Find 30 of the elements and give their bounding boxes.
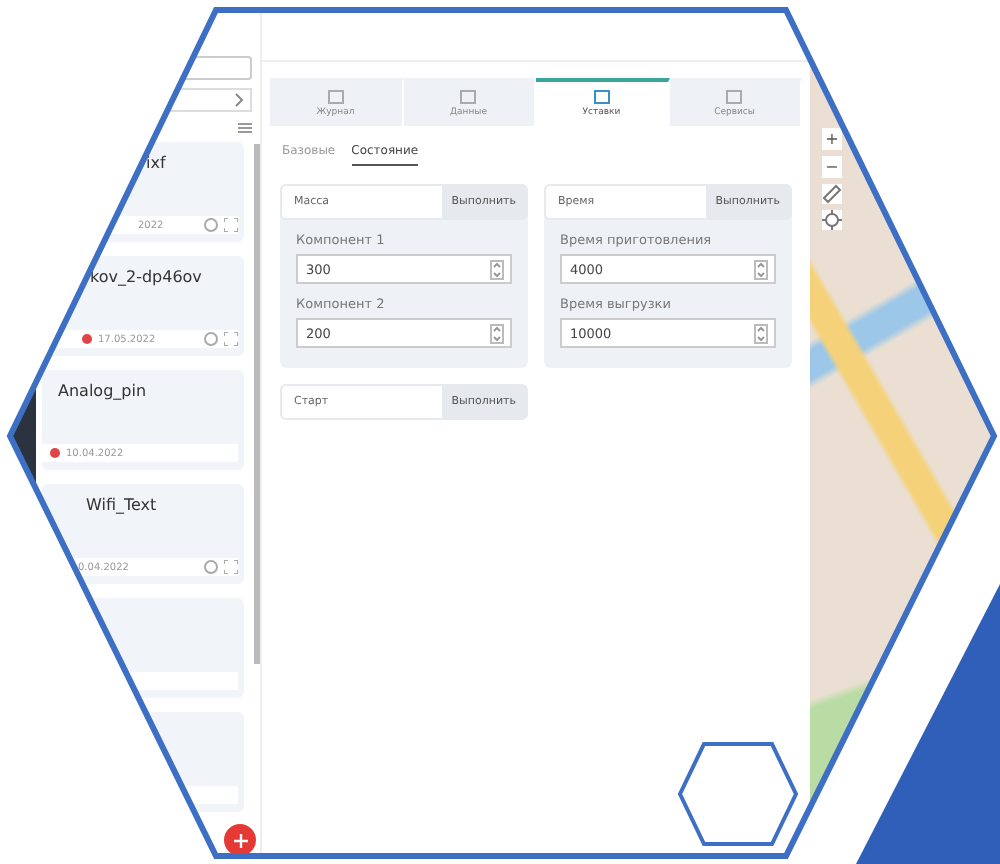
- status-dot: [82, 334, 92, 344]
- tab-icon: [593, 90, 610, 104]
- add-button[interactable]: [224, 824, 256, 856]
- device-name: Analog_pin: [58, 382, 147, 400]
- circle-icon[interactable]: [204, 218, 218, 232]
- list-view-icon[interactable]: [238, 122, 252, 134]
- small-hexagon-drawing: [677, 742, 799, 846]
- device-name: Wifi_Text: [86, 496, 157, 514]
- scrollbar[interactable]: [254, 144, 260, 664]
- tab-icon: [726, 90, 743, 104]
- device-name: kov_2-dp46ov: [90, 268, 202, 286]
- status-dot: [50, 448, 60, 458]
- ruler-icon[interactable]: [822, 184, 842, 204]
- expand-icon[interactable]: [224, 560, 238, 574]
- tab-icon: [327, 90, 344, 104]
- spinner-icon[interactable]: [490, 323, 504, 343]
- location-icon[interactable]: [822, 210, 842, 230]
- zoom-in-button[interactable]: +: [822, 128, 842, 150]
- expand-icon[interactable]: [224, 218, 238, 232]
- circle-icon[interactable]: [204, 332, 218, 346]
- spinner-icon[interactable]: [754, 259, 768, 279]
- spinner-icon[interactable]: [490, 259, 504, 279]
- circle-icon[interactable]: [204, 560, 218, 574]
- chevron-right-icon: [234, 92, 246, 108]
- tab-icon: [460, 90, 477, 104]
- zoom-out-button[interactable]: −: [822, 156, 842, 178]
- plus-icon: [233, 833, 247, 847]
- device-name: ixf: [146, 154, 166, 172]
- expand-icon[interactable]: [224, 332, 238, 346]
- spinner-icon[interactable]: [754, 323, 768, 343]
